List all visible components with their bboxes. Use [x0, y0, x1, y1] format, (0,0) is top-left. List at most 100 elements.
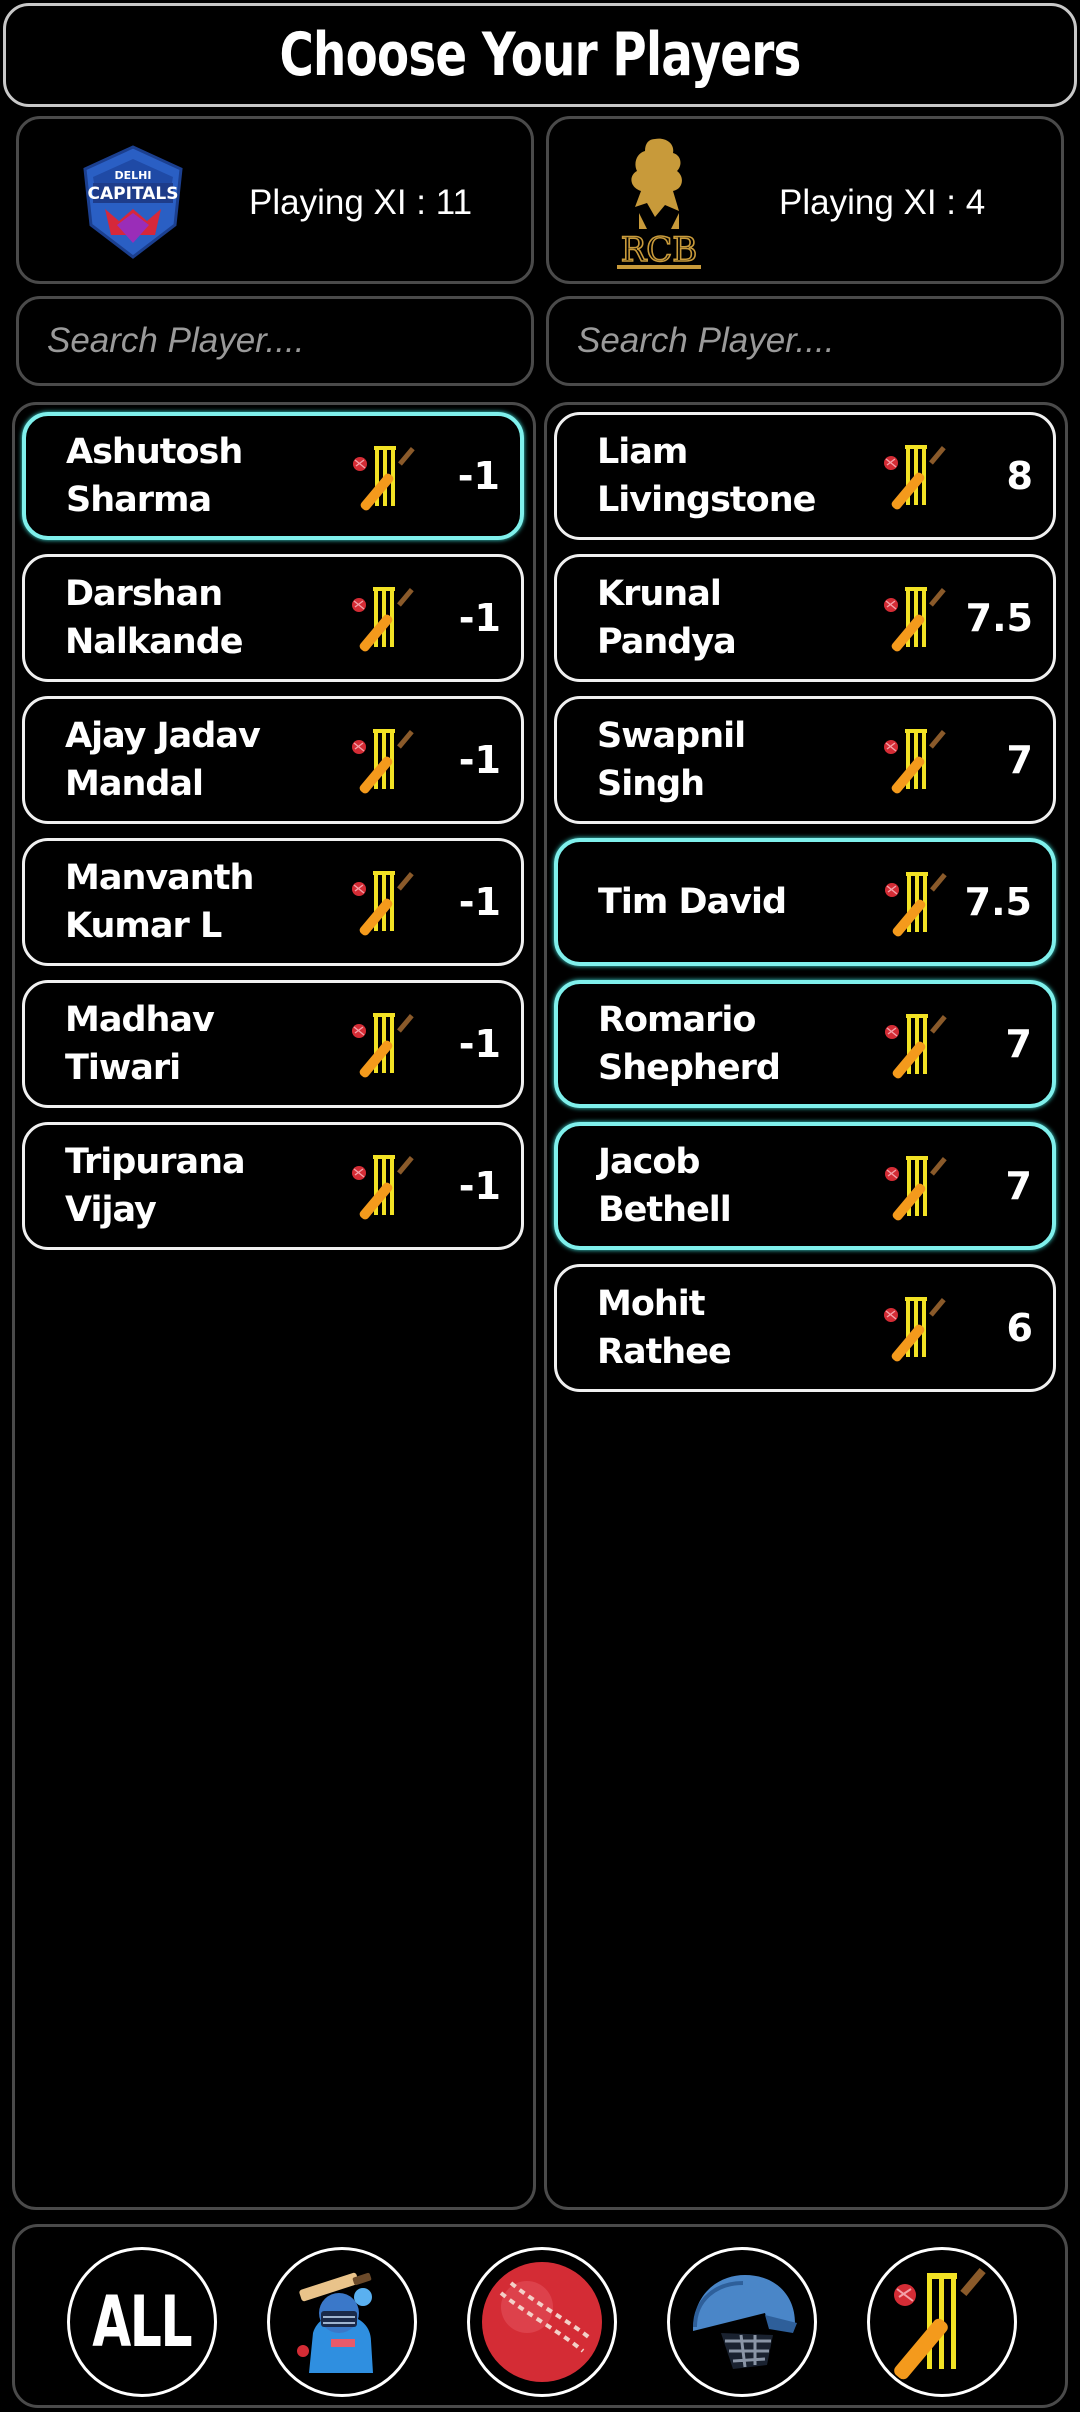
wicketkeeper-icon [884, 729, 946, 794]
player-last-name: Bethell [598, 1190, 732, 1230]
player-name: Madhav Tiwari [65, 996, 335, 1092]
cricket-ball-icon [482, 2262, 602, 2382]
filter-all-label: ALL [92, 2281, 193, 2363]
player-points: -1 [458, 738, 501, 782]
player-first-name: Swapnil [597, 716, 746, 756]
team-card-delhi-capitals: DELHI CAPITALS Playing XI : 11 [16, 116, 534, 284]
player-row[interactable]: Liam Livingstone 8 [554, 412, 1056, 540]
wicketkeeper-icon [884, 587, 946, 652]
search-input[interactable] [47, 321, 531, 361]
player-name: Mohit Rathee [597, 1280, 867, 1376]
player-points: -1 [458, 880, 501, 924]
player-row[interactable]: Swapnil Singh 7 [554, 696, 1056, 824]
filter-wicketkeeper-button[interactable] [867, 2247, 1017, 2397]
player-first-name: Krunal [597, 574, 722, 614]
player-first-name: Jacob [598, 1142, 701, 1182]
player-last-name: Nalkande [65, 622, 244, 662]
player-row[interactable]: Krunal Pandya 7.5 [554, 554, 1056, 682]
player-row[interactable]: Tim David 7.5 [554, 838, 1056, 966]
player-row[interactable]: Tripurana Vijay -1 [22, 1122, 524, 1250]
player-name: Tripurana Vijay [65, 1138, 335, 1234]
filter-bowler-button[interactable] [467, 2247, 617, 2397]
wicketkeeper-icon [352, 729, 414, 794]
player-last-name: Kumar L [65, 906, 222, 946]
player-row[interactable]: Romario Shepherd 7 [554, 980, 1056, 1108]
player-list-left[interactable]: Ashutosh Sharma -1 Darshan Nalkande -1 Ajay Ja… [12, 402, 536, 2210]
filter-all-button[interactable]: ALL [67, 2247, 217, 2397]
player-first-name: Darshan [65, 574, 223, 614]
wicketkeeper-icon [353, 446, 415, 511]
player-points: -1 [457, 454, 500, 498]
wicketkeeper-icon [885, 1014, 947, 1079]
player-last-name: Mandal [65, 764, 204, 804]
player-list-right[interactable]: Liam Livingstone 8 Krunal Pandya 7.5 Swapnil Si… [544, 402, 1068, 2210]
batsman-icon [297, 2272, 373, 2373]
helmet-icon [693, 2275, 797, 2369]
player-rows: Ashutosh Sharma -1 Darshan Nalkande -1 Ajay Ja… [22, 412, 526, 1264]
wicketkeeper-icon [885, 872, 947, 937]
player-points: -1 [458, 1164, 501, 1208]
player-first-name: Manvanth [65, 858, 254, 898]
role-filter-bar: ALL [12, 2224, 1068, 2408]
svg-text:RCB: RCB [621, 230, 698, 270]
player-points: 7 [1006, 738, 1033, 782]
svg-text:CAPITALS: CAPITALS [88, 184, 179, 204]
player-last-name: Sharma [66, 480, 212, 520]
player-points: -1 [458, 1022, 501, 1066]
player-last-name: Shepherd [598, 1048, 781, 1088]
player-name: Manvanth Kumar L [65, 854, 335, 950]
playing-xi-count: Playing XI : 11 [249, 183, 473, 222]
player-last-name: Rathee [597, 1332, 732, 1372]
team-card-rcb: RCB Playing XI : 4 [546, 116, 1064, 284]
player-first-name: Mohit [597, 1284, 706, 1324]
rcb-logo: RCB [617, 138, 701, 271]
player-name: Romario Shepherd [598, 996, 868, 1092]
player-last-name: Pandya [597, 622, 737, 662]
player-rows: Liam Livingstone 8 Krunal Pandya 7.5 Swapnil Si… [554, 412, 1058, 1406]
wicketkeeper-icon [352, 587, 414, 652]
player-name: Darshan Nalkande [65, 570, 335, 666]
player-row[interactable]: Ashutosh Sharma -1 [22, 412, 524, 540]
player-points: 7 [1005, 1022, 1032, 1066]
search-box-right[interactable] [546, 296, 1064, 386]
player-first-name: Tripurana [65, 1142, 246, 1182]
player-first-name: Liam [597, 432, 688, 472]
player-first-name: Ashutosh [66, 432, 243, 472]
player-name: Tim David [598, 878, 868, 926]
wicketkeeper-icon [884, 445, 946, 510]
player-row[interactable]: Darshan Nalkande -1 [22, 554, 524, 682]
player-points: -1 [458, 596, 501, 640]
wicketkeeper-icon [884, 1297, 946, 1362]
player-name: Liam Livingstone [597, 428, 867, 524]
filter-allrounder-button[interactable] [667, 2247, 817, 2397]
player-name: Ajay Jadav Mandal [65, 712, 335, 808]
player-points: 8 [1006, 454, 1033, 498]
search-box-left[interactable] [16, 296, 534, 386]
player-row[interactable]: Mohit Rathee 6 [554, 1264, 1056, 1392]
title-bar: Choose Your Players [3, 3, 1077, 107]
player-name: Ashutosh Sharma [66, 428, 336, 524]
player-first-name: Ajay Jadav [65, 716, 261, 756]
player-name: Jacob Bethell [598, 1138, 868, 1234]
player-last-name: Vijay [65, 1190, 157, 1230]
player-points: 7.5 [964, 880, 1032, 924]
player-name: Swapnil Singh [597, 712, 867, 808]
player-last-name: Singh [597, 764, 705, 804]
player-row[interactable]: Ajay Jadav Mandal -1 [22, 696, 524, 824]
wicketkeeper-icon [894, 2267, 986, 2380]
player-row[interactable]: Madhav Tiwari -1 [22, 980, 524, 1108]
player-row[interactable]: Manvanth Kumar L -1 [22, 838, 524, 966]
wicketkeeper-icon [352, 1155, 414, 1220]
search-input[interactable] [577, 321, 1061, 361]
player-row[interactable]: Jacob Bethell 7 [554, 1122, 1056, 1250]
player-first-name: Tim David [598, 882, 787, 922]
player-points: 7.5 [965, 596, 1033, 640]
page-title: Choose Your Players [279, 20, 801, 90]
svg-text:DELHI: DELHI [115, 169, 152, 182]
delhi-capitals-logo: DELHI CAPITALS [83, 145, 183, 259]
player-last-name: Tiwari [65, 1048, 181, 1088]
filter-batsman-button[interactable] [267, 2247, 417, 2397]
player-name: Krunal Pandya [597, 570, 867, 666]
player-first-name: Romario [598, 1000, 756, 1040]
player-points: 7 [1005, 1164, 1032, 1208]
